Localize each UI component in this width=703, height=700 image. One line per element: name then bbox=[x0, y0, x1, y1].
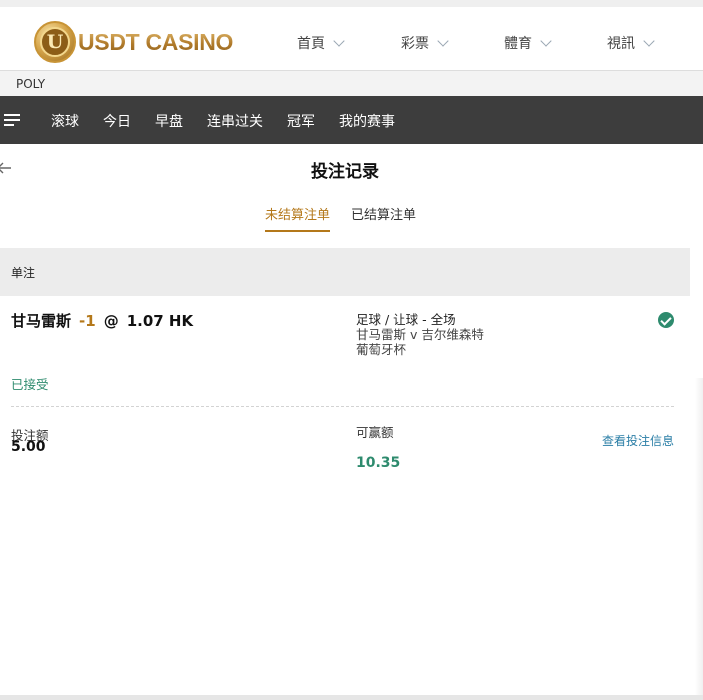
bottom-edge bbox=[0, 695, 703, 700]
section-header-single: 单注 bbox=[0, 248, 690, 296]
bet-market-info: 足球 / 让球 - 全场 甘马雷斯 v 吉尔维森特 葡萄牙杯 bbox=[356, 312, 484, 357]
dashed-divider bbox=[11, 406, 674, 407]
sports-nav-bar: 滚球 今日 早盘 连串过关 冠军 我的赛事 bbox=[0, 96, 703, 144]
selection-name: 甘马雷斯 bbox=[11, 312, 72, 330]
logo-text: USDT CASINO bbox=[78, 28, 234, 55]
provider-label[interactable]: POLY bbox=[16, 77, 45, 91]
top-strip bbox=[0, 0, 703, 7]
sports-tab-early[interactable]: 早盘 bbox=[155, 111, 183, 131]
site-logo[interactable]: U USDT CASINO bbox=[34, 19, 233, 65]
sports-tab-outright[interactable]: 冠军 bbox=[287, 111, 315, 131]
league-label: 葡萄牙杯 bbox=[356, 342, 407, 357]
match-label: 甘马雷斯 v 吉尔维森特 bbox=[356, 327, 484, 342]
sports-tab-live[interactable]: 滚球 bbox=[51, 111, 79, 131]
tab-unsettled[interactable]: 未结算注单 bbox=[265, 204, 331, 232]
chevron-down-icon bbox=[333, 34, 345, 47]
nav-item-label: 首頁 bbox=[297, 36, 325, 52]
menu-icon[interactable] bbox=[4, 114, 20, 126]
stake-value: 5.00 bbox=[11, 439, 46, 455]
bet-selection: 甘马雷斯 -1 @ 1.07 HK bbox=[11, 310, 193, 331]
side-panel-edge bbox=[695, 378, 703, 700]
nav-item-label: 視訊 bbox=[607, 36, 635, 52]
tab-settled[interactable]: 已结算注单 bbox=[351, 204, 416, 232]
title-row: 投注记录 bbox=[0, 144, 703, 194]
view-bet-details-link[interactable]: 查看投注信息 bbox=[602, 432, 674, 449]
market-label: 足球 / 让球 - 全场 bbox=[356, 312, 456, 327]
sports-tab-parlay[interactable]: 连串过关 bbox=[207, 111, 263, 131]
logo-letter: U bbox=[40, 27, 70, 57]
odds-value: 1.07 HK bbox=[126, 312, 194, 330]
bet-status: 已接受 bbox=[11, 377, 49, 392]
chevron-down-icon bbox=[643, 34, 655, 47]
nav-item-label: 彩票 bbox=[401, 36, 429, 52]
at-symbol: @ bbox=[103, 312, 119, 330]
chevron-down-icon bbox=[540, 34, 552, 47]
handicap-value: -1 bbox=[79, 312, 96, 330]
potential-win-value: 10.35 bbox=[356, 455, 401, 471]
nav-item-lottery[interactable]: 彩票 bbox=[401, 34, 449, 52]
chevron-down-icon bbox=[437, 34, 449, 47]
nav-item-home[interactable]: 首頁 bbox=[297, 34, 345, 52]
logo-coin-icon: U bbox=[34, 21, 76, 63]
nav-item-sports[interactable]: 體育 bbox=[504, 34, 552, 52]
page-title: 投注记录 bbox=[311, 162, 379, 182]
provider-bar: POLY bbox=[0, 70, 703, 96]
nav-item-live[interactable]: 視訊 bbox=[607, 34, 655, 52]
sports-tab-my-events[interactable]: 我的赛事 bbox=[339, 111, 395, 131]
check-circle-icon bbox=[658, 312, 674, 328]
sports-tab-today[interactable]: 今日 bbox=[103, 111, 131, 131]
potential-win-label: 可赢额 bbox=[356, 425, 394, 440]
section-label: 单注 bbox=[11, 266, 36, 280]
nav-item-label: 體育 bbox=[504, 36, 532, 52]
site-header: U USDT CASINO 首頁 彩票 體育 視訊 bbox=[0, 7, 703, 70]
